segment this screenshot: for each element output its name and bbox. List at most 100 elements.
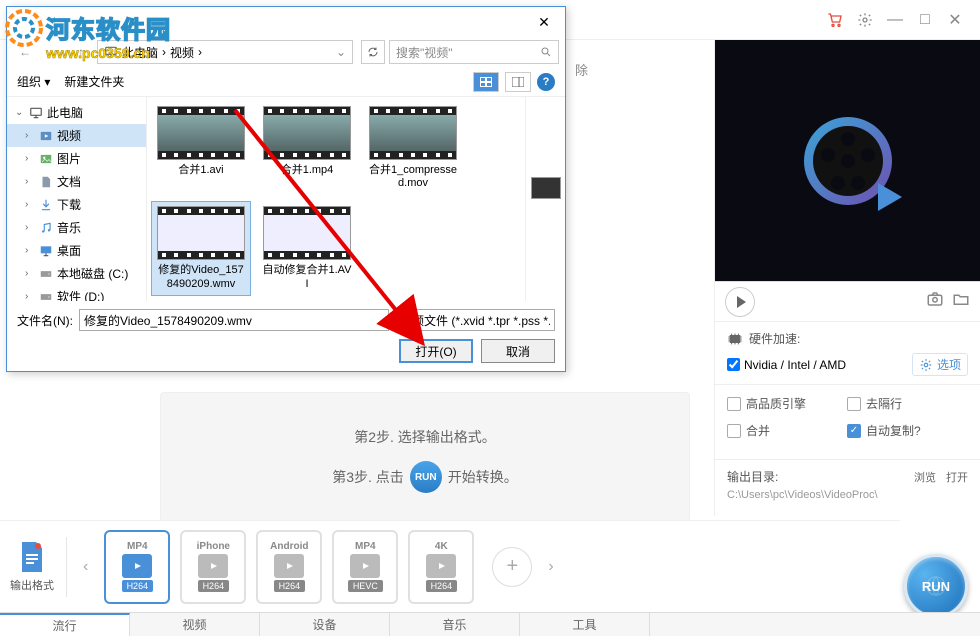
autocopy-checkbox[interactable]: ✓自动复制? xyxy=(847,422,957,439)
path-sep: › xyxy=(162,45,166,59)
tab-1[interactable]: 视频 xyxy=(130,613,260,636)
output-dir-label: 输出目录: xyxy=(727,468,778,485)
tree-item-pc[interactable]: ⌄此电脑 xyxy=(7,101,146,124)
doc-icon xyxy=(18,540,46,574)
tab-0[interactable]: 流行 xyxy=(0,613,130,636)
view-options: ? xyxy=(473,72,555,92)
tree-item-disk[interactable]: ›软件 (D:) xyxy=(7,285,146,301)
browse-button[interactable]: 浏览 xyxy=(914,469,936,485)
dialog-titlebar: ✕ xyxy=(7,7,565,37)
cancel-button[interactable]: 取消 xyxy=(481,339,555,363)
snapshot-button[interactable] xyxy=(926,290,944,313)
maximize-button[interactable]: □ xyxy=(910,5,940,35)
hw-accel-value: Nvidia / Intel / AMD xyxy=(744,358,846,372)
format-item-mp4-hevc[interactable]: MP4HEVC xyxy=(332,530,398,604)
hw-accel-panel: 硬件加速: Nvidia / Intel / AMD 选项 xyxy=(715,322,980,385)
video-preview xyxy=(715,40,980,282)
preview-thumb xyxy=(531,177,561,199)
filename-input[interactable] xyxy=(79,309,389,331)
dialog-close-button[interactable]: ✕ xyxy=(529,10,559,34)
step3-suffix: 开始转换。 xyxy=(448,467,518,487)
file-item[interactable]: 修复的Video_1578490209.wmv xyxy=(151,201,251,295)
tab-3[interactable]: 音乐 xyxy=(390,613,520,636)
format-next-icon[interactable]: › xyxy=(544,558,557,576)
nav-back-icon[interactable]: ← xyxy=(13,40,37,64)
path-sep2: › xyxy=(198,45,202,59)
deinterlace-checkbox[interactable]: 去隔行 xyxy=(847,395,957,412)
steps-panel: 第2步. 选择输出格式。 第3步. 点击 RUN 开始转换。 xyxy=(160,392,690,522)
step3-prefix: 第3步. 点击 xyxy=(332,467,404,487)
tree-item-music[interactable]: ›音乐 xyxy=(7,216,146,239)
file-item[interactable]: 合并1.avi xyxy=(151,101,251,195)
help-button[interactable]: ? xyxy=(537,73,555,91)
format-item-mp4-h264[interactable]: MP4H264 xyxy=(104,530,170,604)
breadcrumb[interactable]: 此电脑 › 视频 › ⌄ xyxy=(97,40,353,64)
tree-item-doc[interactable]: ›文档 xyxy=(7,170,146,193)
dialog-footer: 文件名(N): 打开(O) 取消 xyxy=(7,301,565,371)
tree-item-image[interactable]: ›图片 xyxy=(7,147,146,170)
step3-row: 第3步. 点击 RUN 开始转换。 xyxy=(161,457,689,497)
output-format-label: 输出格式 xyxy=(10,540,54,593)
dialog-nav: ← → ↑ 此电脑 › 视频 › ⌄ 搜索"视频" xyxy=(7,37,565,67)
organize-menu[interactable]: 组织 ▾ xyxy=(17,73,50,90)
run-button[interactable]: RUN xyxy=(904,554,968,618)
file-item[interactable]: 自动修复合并1.AVI xyxy=(257,201,357,295)
tree-item-download[interactable]: ›下载 xyxy=(7,193,146,216)
run-label: RUN xyxy=(922,579,950,594)
gear-icon[interactable] xyxy=(850,5,880,35)
hw-accel-checkbox[interactable]: Nvidia / Intel / AMD xyxy=(727,358,846,372)
format-item-4k-h264[interactable]: 4KH264 xyxy=(408,530,474,604)
open-dir-button[interactable]: 打开 xyxy=(946,469,968,485)
play-controls xyxy=(715,282,980,322)
folder-button[interactable] xyxy=(952,290,970,313)
filetype-select[interactable] xyxy=(395,309,555,331)
close-button[interactable]: ✕ xyxy=(940,5,970,35)
preview-pane-button[interactable] xyxy=(505,72,531,92)
clear-label[interactable]: 除 xyxy=(575,60,588,79)
format-bar: 输出格式 ‹ MP4H264iPhoneH264AndroidH264MP4HE… xyxy=(0,520,900,612)
options-button[interactable]: 选项 xyxy=(912,353,968,376)
play-button[interactable] xyxy=(725,287,755,317)
tab-4[interactable]: 工具 xyxy=(520,613,650,636)
preview-pane xyxy=(525,97,565,301)
search-input[interactable]: 搜索"视频" xyxy=(389,40,559,64)
checks-panel: 高品质引擎 去隔行 合并 ✓自动复制? xyxy=(715,385,980,460)
add-format-button[interactable]: + xyxy=(492,547,532,587)
minimize-button[interactable]: — xyxy=(880,5,910,35)
cart-icon[interactable] xyxy=(820,5,850,35)
file-item[interactable]: 合并1_compressed.mov xyxy=(363,101,463,195)
open-button[interactable]: 打开(O) xyxy=(399,339,473,363)
nav-forward-icon[interactable]: → xyxy=(41,40,65,64)
output-dir-panel: 输出目录: 浏览 打开 C:\Users\pc\Videos\VideoProc… xyxy=(715,460,980,509)
pc-icon xyxy=(104,45,118,59)
gear-small-icon xyxy=(919,358,933,372)
refresh-icon xyxy=(367,46,379,58)
view-mode-button[interactable] xyxy=(473,72,499,92)
path-dropdown-icon[interactable]: ⌄ xyxy=(336,45,346,59)
step2-text: 第2步. 选择输出格式。 xyxy=(161,417,689,457)
hq-engine-checkbox[interactable]: 高品质引擎 xyxy=(727,395,837,412)
dialog-body: ⌄此电脑›视频›图片›文档›下载›音乐›桌面›本地磁盘 (C:)›软件 (D:)… xyxy=(7,97,565,301)
file-item[interactable]: 合并1.mp4 xyxy=(257,101,357,195)
options-label: 选项 xyxy=(937,356,961,373)
tab-2[interactable]: 设备 xyxy=(260,613,390,636)
format-prev-icon[interactable]: ‹ xyxy=(79,558,92,576)
new-folder-button[interactable]: 新建文件夹 xyxy=(64,73,124,90)
output-dir-path: C:\Users\pc\Videos\VideoProc\ xyxy=(727,489,968,501)
refresh-button[interactable] xyxy=(361,40,385,64)
nav-up-icon[interactable]: ↑ xyxy=(69,40,93,64)
format-item-android-h264[interactable]: AndroidH264 xyxy=(256,530,322,604)
path-current: 视频 xyxy=(170,44,194,61)
bottom-tabs: 流行视频设备音乐工具 xyxy=(0,612,980,636)
tree-item-video[interactable]: ›视频 xyxy=(7,124,146,147)
format-item-iphone-h264[interactable]: iPhoneH264 xyxy=(180,530,246,604)
path-root: 此电脑 xyxy=(122,44,158,61)
filename-label: 文件名(N): xyxy=(17,312,73,329)
tree-item-disk[interactable]: ›本地磁盘 (C:) xyxy=(7,262,146,285)
merge-checkbox[interactable]: 合并 xyxy=(727,422,837,439)
hw-accel-label: 硬件加速: xyxy=(749,330,800,347)
tree-item-desktop[interactable]: ›桌面 xyxy=(7,239,146,262)
run-mini-icon: RUN xyxy=(410,461,442,493)
file-open-dialog: ✕ ← → ↑ 此电脑 › 视频 › ⌄ 搜索"视频" 组织 ▾ 新建文件夹 ? xyxy=(6,6,566,372)
search-icon xyxy=(540,46,552,58)
